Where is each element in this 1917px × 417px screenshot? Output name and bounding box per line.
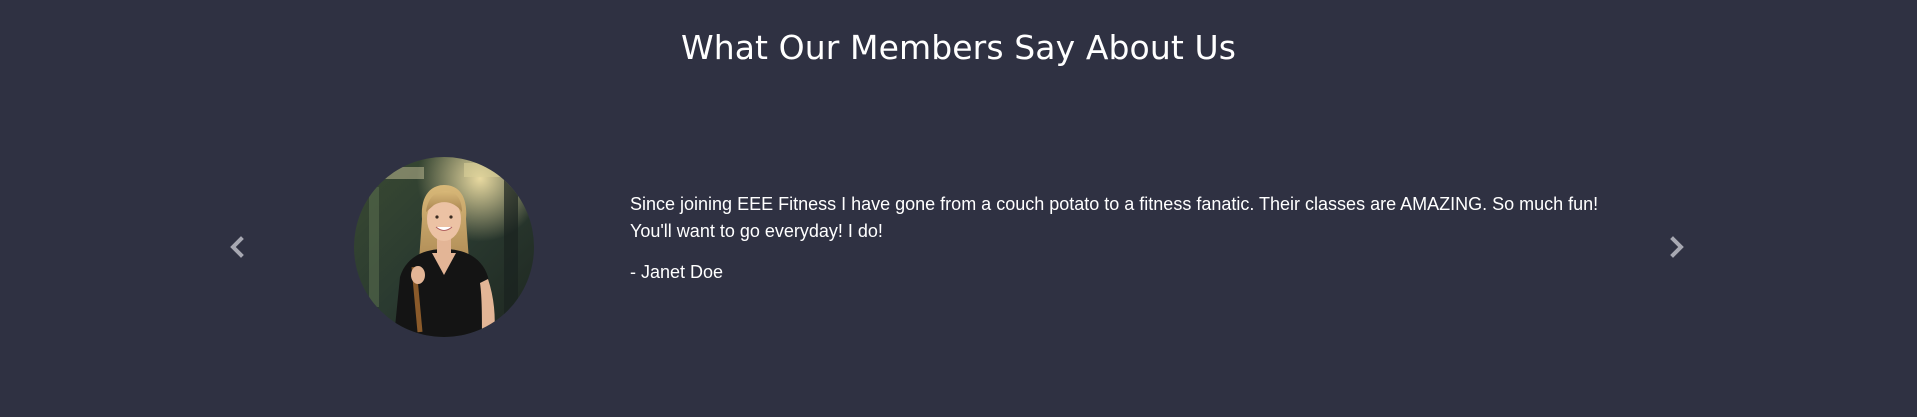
chevron-right-icon: [1669, 236, 1685, 258]
member-photo: [354, 157, 534, 337]
testimonials-section: What Our Members Say About Us Since join…: [0, 0, 1917, 417]
member-avatar: [354, 157, 534, 337]
section-title: What Our Members Say About Us: [680, 28, 1237, 67]
chevron-left-icon: [229, 236, 245, 258]
testimonial-quote: Since joining EEE Fitness I have gone fr…: [630, 194, 1599, 241]
carousel-prev-button[interactable]: [222, 232, 252, 262]
carousel-next-button[interactable]: [1662, 232, 1692, 262]
testimonial-author: - Janet Doe: [630, 262, 724, 282]
